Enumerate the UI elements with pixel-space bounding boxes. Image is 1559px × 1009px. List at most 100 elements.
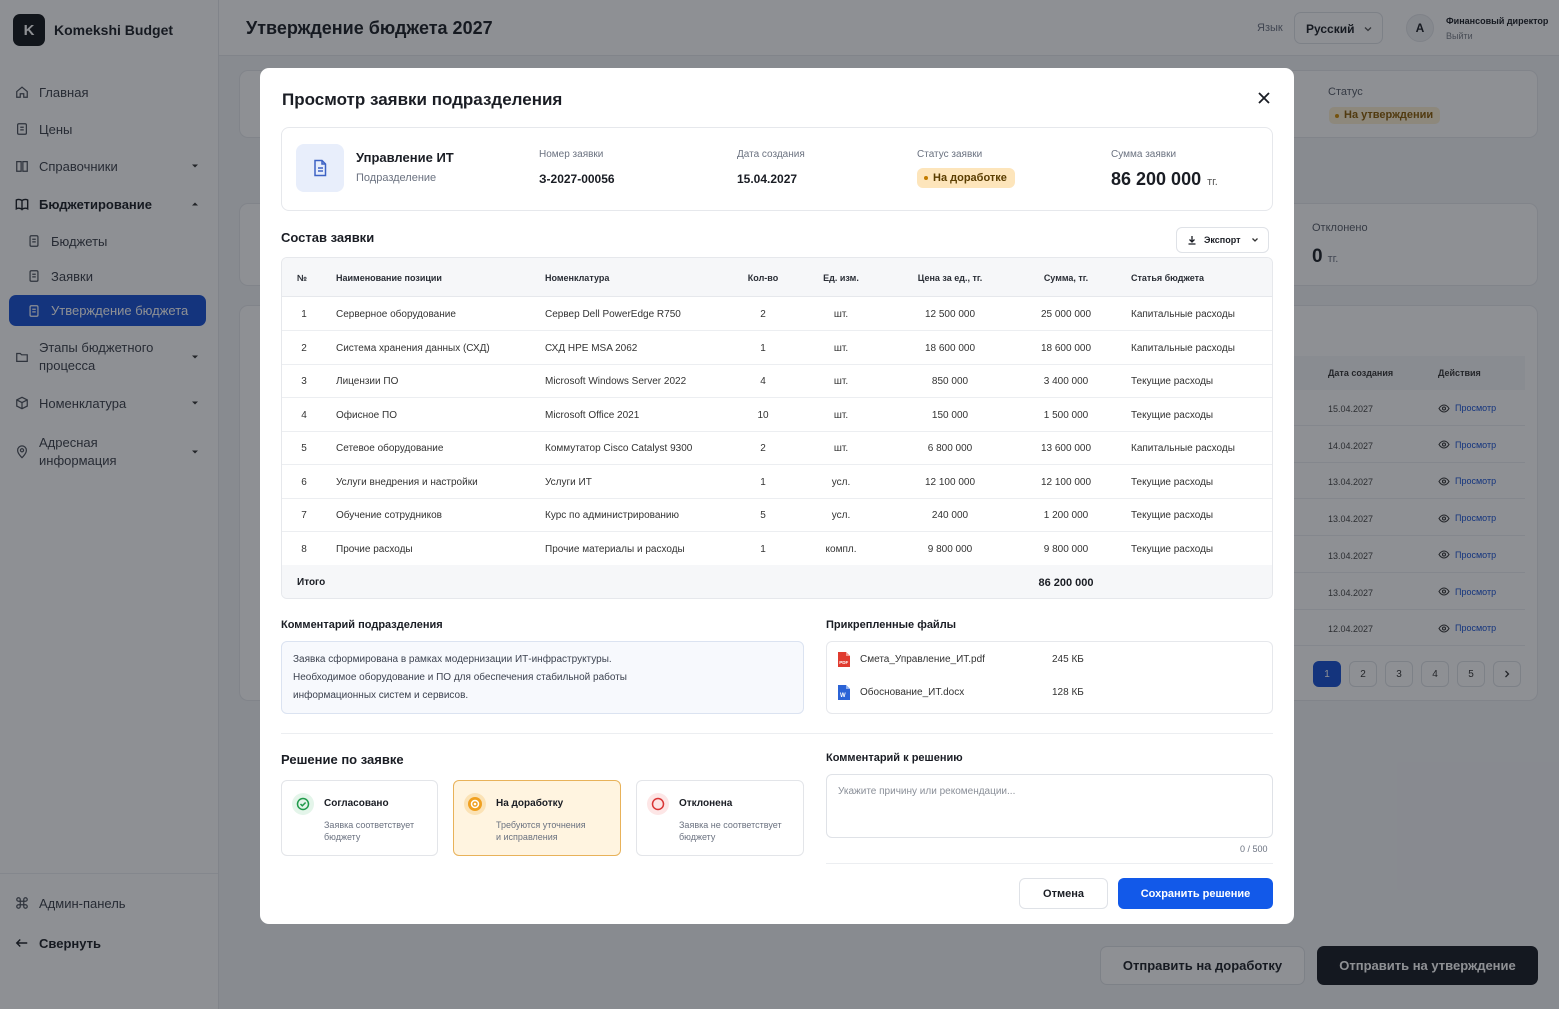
request-view-modal: Просмотр заявки подразделения Управление… <box>260 68 1294 924</box>
cell-n: 4 <box>301 409 307 421</box>
cell-sum: 18 600 000 <box>1040 342 1092 354</box>
cancel-button[interactable]: Отмена <box>1019 878 1108 909</box>
cell-name: Прочие расходы <box>336 543 413 555</box>
cell-qty: 5 <box>760 510 766 521</box>
cell-qty: 2 <box>760 309 766 320</box>
request-number: З-2027-00056 <box>539 172 615 186</box>
cell-price: 150 000 <box>931 409 969 421</box>
total-label: Итого <box>297 577 326 588</box>
decision-option-rework[interactable]: На доработку Требуются уточнения и исправ… <box>453 780 621 856</box>
decision-option-rejected[interactable]: Отклонена Заявка не соответствует бюджету <box>636 780 804 856</box>
column-header: Ед. изм. <box>823 273 859 283</box>
request-status-label: Статус заявки <box>917 149 983 160</box>
cell-article: Капитальные расходы <box>1131 342 1235 354</box>
cell-name: Услуги внедрения и настройки <box>336 476 478 488</box>
cell-article: Текущие расходы <box>1131 409 1214 421</box>
cell-name: Обучение сотрудников <box>336 510 442 521</box>
cell-article: Текущие расходы <box>1131 510 1214 521</box>
option-title: Отклонена <box>679 798 733 809</box>
chevron-down-icon <box>1252 238 1258 242</box>
cell-name: Офисное ПО <box>336 409 397 421</box>
export-label: Экспорт <box>1204 235 1241 245</box>
cell-sum: 3 400 000 <box>1043 376 1089 387</box>
comment-line: Необходимое оборудование и ПО для обеспе… <box>293 672 627 683</box>
document-icon <box>296 144 344 192</box>
radio-selected-icon <box>464 793 486 815</box>
cell-nom: Microsoft Office 2021 <box>545 409 640 421</box>
column-header: Статья бюджета <box>1131 273 1205 283</box>
word-file-icon: W <box>838 685 850 700</box>
option-description: Заявка не соответствует бюджету <box>679 820 782 842</box>
cell-price: 18 600 000 <box>924 342 976 354</box>
option-title: Согласовано <box>324 798 389 809</box>
decision-option-approved[interactable]: Согласовано Заявка соответствует бюджету <box>281 780 438 856</box>
file-size: 128 КБ <box>1052 687 1084 698</box>
cell-sum: 9 800 000 <box>1043 543 1089 555</box>
export-button[interactable]: Экспорт <box>1176 227 1269 253</box>
table-row: 5 Сетевое оборудование Коммутатор Cisco Ca… <box>282 431 1272 465</box>
cell-price: 240 000 <box>931 510 969 521</box>
cell-price: 12 100 000 <box>924 476 976 488</box>
cell-sum: 25 000 000 <box>1040 309 1092 320</box>
cell-sum: 1 200 000 <box>1043 510 1089 521</box>
file-item[interactable]: W Обоснование_ИТ.docx 128 КБ <box>837 684 1084 701</box>
cell-price: 850 000 <box>931 376 969 387</box>
total-value: 86 200 000 <box>1038 577 1094 589</box>
cell-article: Капитальные расходы <box>1131 443 1235 454</box>
file-name: Обоснование_ИТ.docx <box>860 687 965 698</box>
cell-sum: 1 500 000 <box>1043 409 1089 421</box>
cell-unit: усл. <box>831 510 851 521</box>
char-counter: 0 / 500 <box>1240 844 1268 854</box>
department-comment: Заявка сформирована в рамках модернизаци… <box>281 641 804 714</box>
table-row: 3 Лицензии ПО Microsoft Windows Server 202… <box>282 364 1272 398</box>
modal-title: Просмотр заявки подразделения <box>282 90 563 109</box>
divider <box>281 733 1273 734</box>
file-item[interactable]: PDF Смета_Управление_ИТ.pdf 245 КБ <box>837 651 1084 668</box>
cell-qty: 1 <box>760 543 766 555</box>
divider <box>826 863 1273 864</box>
cell-nom: Коммутатор Cisco Catalyst 9300 <box>545 443 693 454</box>
created-date: 15.04.2027 <box>737 172 798 186</box>
cell-article: Текущие расходы <box>1131 376 1214 387</box>
created-date-label: Дата создания <box>737 149 805 160</box>
decision-comment-input[interactable] <box>826 774 1273 838</box>
table-row: 8 Прочие расходы Прочие материалы и расход… <box>282 532 1272 566</box>
cell-qty: 4 <box>760 376 766 387</box>
table-total-row: Итого 86 200 000 <box>282 565 1272 598</box>
table-row: 2 Система хранения данных (СХД) СХД HPE MS… <box>282 331 1272 365</box>
cell-n: 8 <box>301 543 307 555</box>
cell-unit: усл. <box>831 476 851 488</box>
cell-nom: Курс по администрированию <box>545 510 679 521</box>
department-comment-title: Комментарий подразделения <box>281 619 443 631</box>
cell-name: Лицензии ПО <box>336 376 399 387</box>
cell-nom: СХД HPE MSA 2062 <box>545 342 638 354</box>
request-number-label: Номер заявки <box>539 149 604 160</box>
close-icon[interactable] <box>1256 90 1272 106</box>
download-icon <box>1188 236 1196 245</box>
request-sum: 86 200 000 тг. <box>1111 169 1218 189</box>
attached-files: PDF Смета_Управление_ИТ.pdf 245 КБ W Обо… <box>826 641 1273 714</box>
decision-comment-title: Комментарий к решению <box>826 752 963 764</box>
cell-unit: шт. <box>833 409 849 421</box>
table-row: 4 Офисное ПО Microsoft Office 2021 10 шт. 150… <box>282 398 1272 432</box>
cell-unit: шт. <box>833 376 849 387</box>
cell-unit: шт. <box>833 342 849 354</box>
request-sum-label: Сумма заявки <box>1111 149 1177 160</box>
save-decision-button[interactable]: Сохранить решение <box>1118 878 1273 909</box>
cell-n: 1 <box>301 309 307 320</box>
status-badge: На доработке <box>917 168 1015 188</box>
cell-unit: шт. <box>833 443 849 454</box>
cell-article: Капитальные расходы <box>1131 309 1235 320</box>
cell-qty: 2 <box>760 443 766 454</box>
circle-outline-icon <box>647 793 669 815</box>
cell-article: Текущие расходы <box>1131 543 1214 555</box>
column-header: Номенклатура <box>545 273 610 283</box>
pdf-file-icon: PDF <box>838 652 850 667</box>
cell-unit: компл. <box>825 543 857 555</box>
column-header: Цена за ед., тг. <box>917 273 983 283</box>
cell-n: 7 <box>301 510 307 521</box>
cell-price: 6 800 000 <box>927 443 973 454</box>
comment-line: информационных систем и сервисов. <box>293 690 469 701</box>
cell-article: Текущие расходы <box>1131 476 1214 488</box>
option-description: Требуются уточнения и исправления <box>496 820 586 842</box>
